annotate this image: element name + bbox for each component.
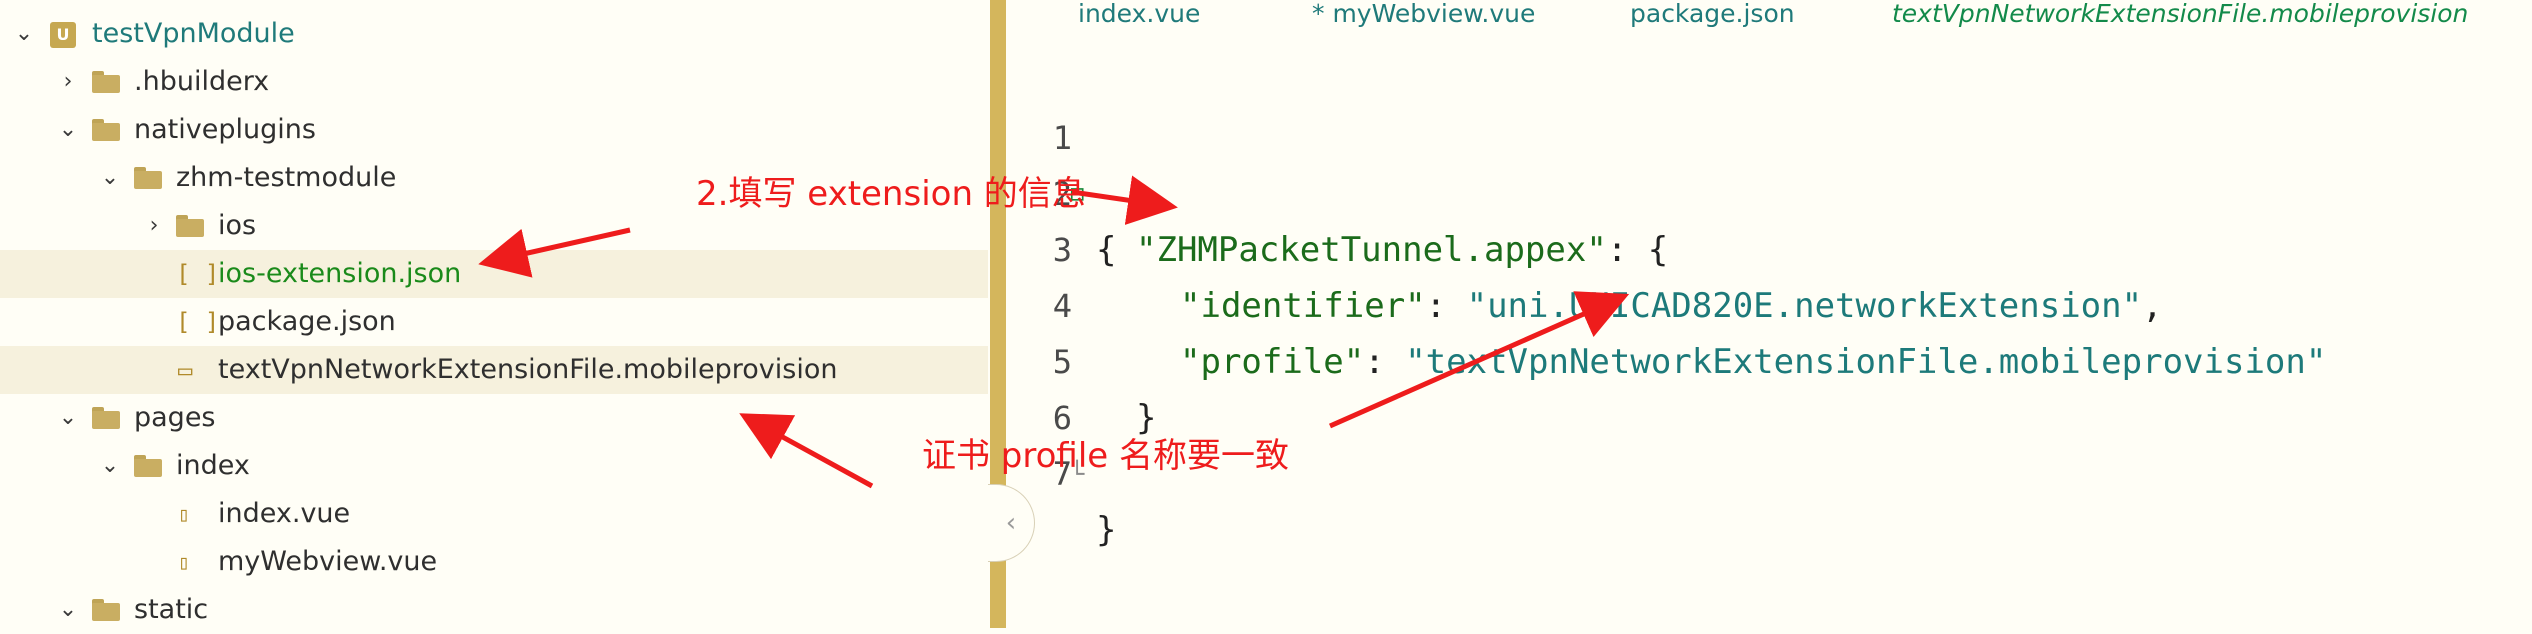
- tree-item-label: index: [176, 450, 250, 481]
- tree-item-index-vue[interactable]: ▯ index.vue: [0, 490, 988, 538]
- annotation-profile-match: 证书 profile 名称要一致: [922, 436, 1290, 476]
- tree-item-label: static: [134, 594, 209, 625]
- code-line: "identifier": "uni.UNICAD820E.networkExt…: [1180, 286, 2163, 326]
- tree-item-mobileprovision[interactable]: ▭ textVpnNetworkExtensionFile.mobileprov…: [0, 346, 988, 394]
- folder-icon: [176, 215, 204, 237]
- chevron-right-icon[interactable]: ›: [142, 214, 166, 238]
- code-line: "ZHMPacketTunnel.appex": {: [1136, 230, 1669, 270]
- file-icon: ▭: [178, 356, 193, 384]
- tree-item-label: pages: [134, 402, 216, 433]
- tree-item-ios-extension-json[interactable]: [ ] ios-extension.json: [0, 250, 988, 298]
- tree-item-project[interactable]: ⌄ U testVpnModule: [0, 10, 988, 58]
- chevron-right-icon[interactable]: ›: [56, 70, 80, 94]
- code-line: }: [1096, 510, 1117, 550]
- chevron-down-icon[interactable]: ⌄: [56, 118, 80, 142]
- chevron-down-icon[interactable]: ⌄: [98, 454, 122, 478]
- json-file-icon: [ ]: [176, 260, 220, 288]
- code-editor[interactable]: 1 ⊟ { 2 "ZHMPacketTunnel.appex": { 3 "id…: [1006, 40, 2532, 628]
- tab-mywebview-vue[interactable]: * myWebview.vue: [1312, 0, 1535, 28]
- tree-item-label: ios-extension.json: [218, 258, 462, 289]
- vue-file-icon: ▯: [178, 550, 191, 574]
- editor-tab-bar: index.vue * myWebview.vue package.json t…: [1006, 0, 2532, 30]
- project-icon: U: [50, 22, 76, 48]
- json-file-icon: [ ]: [176, 308, 220, 336]
- chevron-down-icon[interactable]: ⌄: [56, 406, 80, 430]
- annotation-fill-extension: 2.填写 extension 的信息: [696, 174, 1086, 214]
- tree-item-label: myWebview.vue: [218, 546, 438, 577]
- tree-item-pages[interactable]: ⌄ pages: [0, 394, 988, 442]
- tree-item-label: testVpnModule: [92, 18, 295, 49]
- tree-item-label: zhm-testmodule: [176, 162, 397, 193]
- code-line: {: [1096, 230, 1117, 270]
- tree-item-index-folder[interactable]: ⌄ index: [0, 442, 988, 490]
- code-line: "profile": "textVpnNetworkExtensionFile.…: [1180, 342, 2327, 382]
- chevron-down-icon[interactable]: ⌄: [98, 166, 122, 190]
- chevron-down-icon[interactable]: ⌄: [12, 22, 36, 46]
- tree-item-label: index.vue: [218, 498, 351, 529]
- folder-icon: [134, 455, 162, 477]
- tab-package-json[interactable]: package.json: [1630, 0, 1795, 28]
- tree-item-label: package.json: [218, 306, 396, 337]
- tree-item-nativeplugins[interactable]: ⌄ nativeplugins: [0, 106, 988, 154]
- folder-icon: [92, 599, 120, 621]
- file-explorer: ⌄ U testVpnModule › .hbuilderx ⌄ nativep…: [0, 0, 988, 628]
- tab-index-vue[interactable]: index.vue: [1078, 0, 1200, 28]
- folder-icon: [92, 407, 120, 429]
- tree-item-static[interactable]: ⌄ static: [0, 586, 988, 634]
- folder-icon: [92, 119, 120, 141]
- tree-item-label: textVpnNetworkExtensionFile.mobileprovis…: [218, 354, 838, 385]
- tree-item-hbuilderx[interactable]: › .hbuilderx: [0, 58, 988, 106]
- tree-item-label: ios: [218, 210, 257, 241]
- folder-icon: [92, 71, 120, 93]
- tree-item-label: .hbuilderx: [134, 66, 270, 97]
- tab-mobileprovision[interactable]: textVpnNetworkExtensionFile.mobileprovis…: [1892, 0, 2468, 28]
- tree-item-label: nativeplugins: [134, 114, 316, 145]
- tree-item-package-json[interactable]: [ ] package.json: [0, 298, 988, 346]
- tree-item-mywebview-vue[interactable]: ▯ myWebview.vue: [0, 538, 988, 586]
- chevron-down-icon[interactable]: ⌄: [56, 598, 80, 622]
- folder-icon: [134, 167, 162, 189]
- vue-file-icon: ▯: [178, 502, 191, 526]
